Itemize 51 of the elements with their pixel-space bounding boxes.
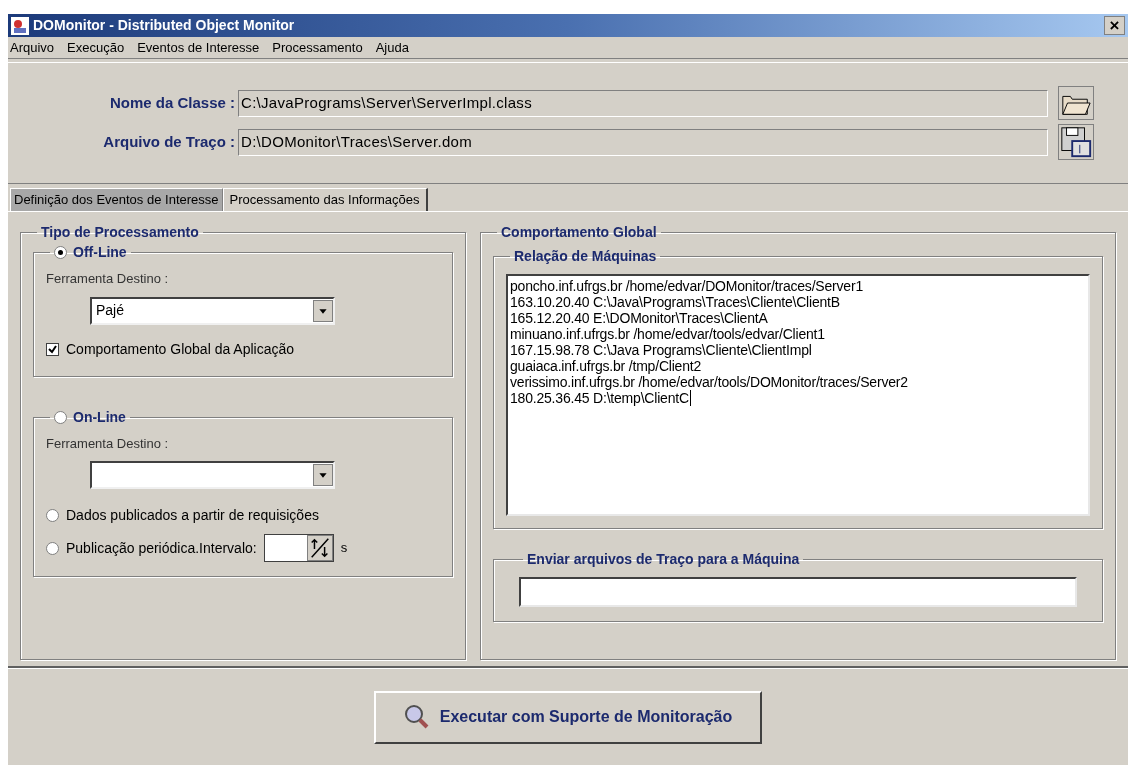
app-icon: [11, 16, 29, 35]
tab[interactable]: Definição dos Eventos de Interesse: [10, 188, 223, 211]
menu-item[interactable]: Execução: [66, 37, 126, 58]
folder-icon[interactable]: [1058, 86, 1094, 120]
machine-entry: 163.10.20.40 C:\Java\Programs\Traces\Cliente\ClientB: [510, 294, 841, 310]
window-title: DOMonitor - Distributed Object Monitor: [33, 16, 296, 35]
radio-button[interactable]: [46, 509, 59, 522]
radio-label: Dados publicados a partir de requisições: [66, 506, 319, 525]
search-icon: [403, 704, 430, 730]
path-field[interactable]: C:\JavaPrograms\Server\ServerImpl.class: [238, 89, 1048, 117]
field-label: Ferramenta Destino :: [46, 270, 170, 288]
menu-item[interactable]: Eventos de Interesse: [136, 37, 261, 58]
caret-icon: [313, 299, 333, 322]
group-title: Enviar arquivos de Traço para a Máquina: [527, 551, 800, 567]
radio-button[interactable]: [46, 541, 59, 555]
spinner-field[interactable]: [263, 534, 334, 562]
machine-list-field[interactable]: [506, 274, 1090, 516]
caret-icon: [313, 464, 333, 486]
group-title: On-Line: [73, 407, 126, 427]
menu-item[interactable]: Processamento: [271, 37, 364, 58]
radio-button[interactable]: [54, 410, 67, 424]
checkmark-icon: [48, 344, 57, 354]
checkbox[interactable]: [46, 342, 59, 356]
unit-label: s: [340, 539, 348, 558]
spinner-arrows-icon[interactable]: [306, 535, 333, 561]
close-button[interactable]: ×: [1104, 16, 1125, 35]
menu-item[interactable]: Ajuda: [374, 37, 410, 58]
machine-input-field[interactable]: [519, 577, 1077, 607]
machine-entry: 167.15.98.78 C:\Java Programs\Cliente\ClientImpl: [510, 342, 813, 358]
checkbox-label: Comportamento Global da Aplicação: [66, 339, 295, 359]
radio-button[interactable]: [54, 246, 67, 259]
machine-entry: minuano.inf.ufrgs.br /home/edvar/tools/edvar/Client1: [510, 326, 826, 342]
field-label: Arquivo de Traço :: [102, 131, 236, 152]
group-title: Off-Line: [73, 243, 127, 262]
machine-entry: 180.25.36.45 D:\temp\ClientC: [510, 390, 692, 406]
machine-entry: 165.12.20.40 E:\DOMonitor\Traces\ClientA: [510, 310, 769, 326]
field-label: Ferramenta Destino :: [46, 434, 170, 453]
group-title: Comportamento Global: [501, 224, 657, 240]
dropdown[interactable]: Pajé: [90, 296, 335, 325]
execute-button[interactable]: Executar com Suporte de Monitoração: [373, 690, 763, 744]
group-title: Relação de Máquinas: [514, 248, 657, 264]
tab[interactable]: Processamento das Informações: [222, 188, 428, 211]
menu-item[interactable]: Arquivo: [9, 37, 56, 58]
field-label: Nome da Classe :: [108, 92, 236, 113]
path-field[interactable]: D:\DOMonitor\Traces\Server.dom: [238, 128, 1048, 156]
machine-entry: guaiaca.inf.ufrgs.br /tmp/Client2: [510, 358, 703, 374]
machine-entry: verissimo.inf.ufrgs.br /home/edvar/tools/DOMonitor/traces/Server2: [510, 374, 909, 390]
machine-entry: poncho.inf.ufrgs.br /home/edvar/DOMonitor/traces/Server1: [510, 278, 864, 294]
radio-label: Publicação periódica.Intervalo:: [66, 538, 257, 558]
dropdown[interactable]: [90, 461, 335, 489]
group-title: Tipo de Processamento: [41, 224, 199, 240]
